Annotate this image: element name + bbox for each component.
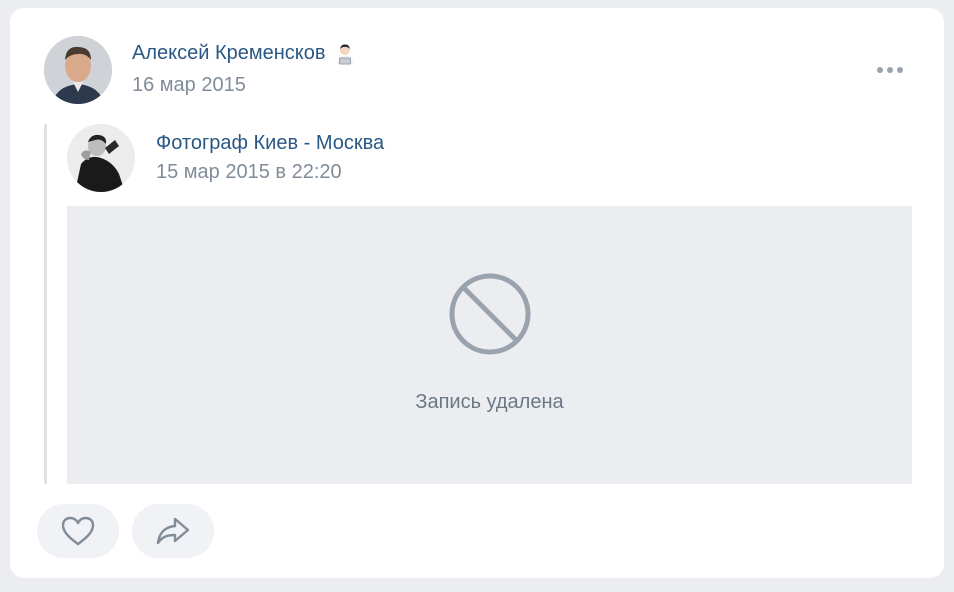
more-dots-icon: [877, 67, 903, 73]
more-options-button[interactable]: [872, 58, 908, 82]
repost-author-name[interactable]: Фотограф Киев - Москва: [156, 132, 384, 155]
like-button[interactable]: [37, 504, 119, 558]
post-card: Алексей Кременсков 16 мар 2015 Фотограф …: [10, 8, 944, 578]
repost-block: Фотограф Киев - Москва 15 мар 2015 в 22:…: [44, 124, 912, 484]
deleted-post-message: Запись удалена: [415, 391, 564, 413]
repost-date[interactable]: 15 мар 2015 в 22:20: [156, 161, 342, 184]
repost-divider-line: [44, 124, 47, 484]
repost-author-avatar[interactable]: [67, 124, 135, 192]
share-arrow-icon: [156, 517, 190, 545]
heart-icon: [61, 516, 95, 546]
ban-icon: [449, 273, 531, 355]
post-date[interactable]: 16 мар 2015: [132, 74, 246, 97]
author-avatar[interactable]: [44, 36, 112, 104]
author-name[interactable]: Алексей Кременсков: [132, 42, 326, 65]
technologist-emoji-icon: [334, 43, 356, 65]
author-name-link[interactable]: Алексей Кременсков: [132, 42, 356, 65]
deleted-post-placeholder: Запись удалена: [67, 206, 912, 484]
share-button[interactable]: [132, 504, 214, 558]
